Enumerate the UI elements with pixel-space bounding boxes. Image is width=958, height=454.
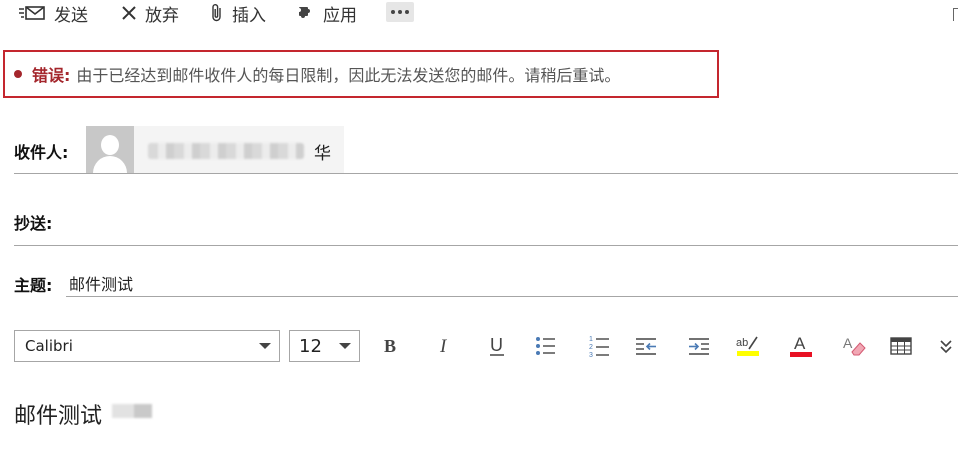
body-redacted bbox=[112, 404, 152, 418]
highlight-button[interactable]: ab bbox=[733, 331, 763, 361]
chevron-down-icon bbox=[259, 343, 271, 349]
recipient-redacted bbox=[148, 143, 304, 159]
insert-label: 插入 bbox=[232, 5, 266, 26]
increase-indent-button[interactable] bbox=[684, 331, 714, 361]
font-size-value: 12 bbox=[299, 335, 322, 357]
send-icon bbox=[18, 4, 46, 22]
action-bar: 发送 放弃 插入 应用 bbox=[0, 0, 958, 26]
error-banner: 错误: 由于已经达到邮件收件人的每日限制，因此无法发送您的邮件。请稍后重试。 bbox=[3, 50, 719, 98]
svg-text:A: A bbox=[843, 335, 853, 351]
subject-field-underline bbox=[66, 296, 958, 297]
error-message: 由于已经达到邮件收件人的每日限制，因此无法发送您的邮件。请稍后重试。 bbox=[76, 66, 621, 85]
error-bullet bbox=[14, 70, 22, 78]
dot bbox=[405, 10, 409, 14]
more-formatting-button[interactable] bbox=[936, 331, 956, 361]
recipient-chip[interactable]: 华 bbox=[86, 126, 344, 174]
to-field-underline bbox=[14, 173, 958, 174]
close-icon bbox=[121, 5, 137, 21]
svg-text:3: 3 bbox=[589, 352, 593, 358]
underline-button[interactable]: U bbox=[482, 331, 512, 361]
chevron-down-icon bbox=[339, 343, 351, 349]
corner-mark bbox=[953, 8, 958, 21]
italic-icon: I bbox=[439, 336, 448, 356]
apps-button[interactable]: 应用 bbox=[297, 0, 357, 26]
bold-icon: B bbox=[384, 336, 396, 356]
svg-text:ab: ab bbox=[736, 337, 748, 349]
dot bbox=[398, 10, 402, 14]
to-label: 收件人: bbox=[14, 143, 69, 162]
dot bbox=[391, 10, 395, 14]
bold-button[interactable]: B bbox=[376, 331, 406, 361]
svg-text:1: 1 bbox=[589, 336, 593, 343]
font-select[interactable]: Calibri bbox=[14, 330, 280, 362]
clear-formatting-button[interactable]: A bbox=[839, 331, 869, 361]
svg-text:U: U bbox=[490, 335, 503, 355]
more-chevron-icon bbox=[940, 340, 952, 354]
numbering-button[interactable]: 1 2 3 bbox=[584, 331, 614, 361]
italic-button[interactable]: I bbox=[430, 331, 460, 361]
insert-button[interactable]: 插入 bbox=[210, 0, 266, 26]
table-button[interactable] bbox=[886, 331, 916, 361]
font-color-icon: A bbox=[790, 334, 812, 357]
decrease-indent-button[interactable] bbox=[631, 331, 661, 361]
highlight-icon: ab bbox=[736, 336, 759, 356]
svg-text:A: A bbox=[794, 334, 806, 353]
svg-text:2: 2 bbox=[589, 344, 593, 351]
svg-text:B: B bbox=[384, 336, 396, 356]
font-color-button[interactable]: A bbox=[786, 331, 816, 361]
recipient-name: 华 bbox=[314, 144, 331, 164]
discard-label: 放弃 bbox=[145, 5, 179, 26]
increase-indent-icon bbox=[689, 338, 709, 355]
send-button[interactable]: 发送 bbox=[18, 0, 88, 26]
cc-field-underline[interactable] bbox=[14, 245, 958, 246]
discard-button[interactable]: 放弃 bbox=[121, 0, 179, 26]
font-select-value: Calibri bbox=[25, 337, 73, 355]
subject-label: 主题: bbox=[14, 276, 53, 295]
font-size-select[interactable]: 12 bbox=[289, 330, 360, 362]
subject-input[interactable]: 邮件测试 bbox=[69, 271, 133, 295]
bullets-icon bbox=[536, 337, 555, 355]
decrease-indent-icon bbox=[636, 338, 656, 355]
clear-formatting-icon: A bbox=[843, 335, 866, 356]
send-label: 发送 bbox=[54, 5, 88, 26]
table-icon bbox=[890, 337, 912, 355]
cc-label: 抄送: bbox=[14, 214, 53, 233]
numbering-icon: 1 2 3 bbox=[589, 336, 609, 358]
error-label: 错误: bbox=[32, 66, 71, 85]
svg-text:I: I bbox=[439, 336, 448, 356]
underline-icon: U bbox=[490, 335, 504, 356]
more-options-button[interactable] bbox=[386, 2, 414, 22]
paperclip-icon bbox=[210, 3, 224, 23]
apps-label: 应用 bbox=[323, 5, 357, 26]
bullets-button[interactable] bbox=[530, 331, 560, 361]
avatar bbox=[86, 126, 134, 174]
message-body[interactable]: 邮件测试 bbox=[14, 398, 102, 430]
apps-icon bbox=[297, 5, 315, 21]
